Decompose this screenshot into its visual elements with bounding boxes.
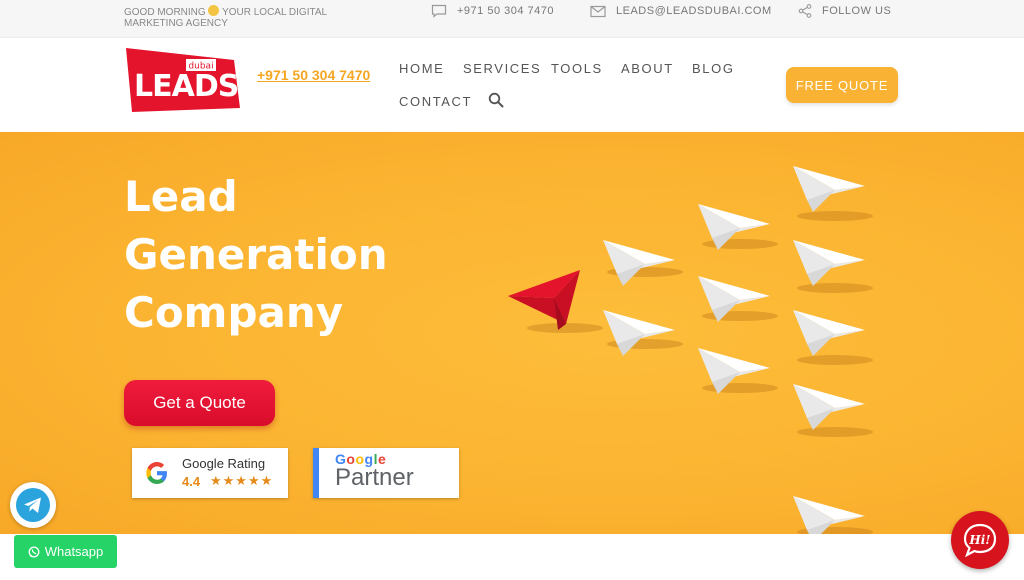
header-phone-link[interactable]: +971 50 304 7470 (257, 67, 370, 83)
nav-blog[interactable]: BLOG (692, 61, 735, 76)
google-g-icon (146, 462, 167, 484)
topbar-follow-link[interactable]: FOLLOW US (798, 4, 891, 18)
chat-bubble-icon (431, 4, 447, 18)
share-icon (798, 4, 812, 18)
hi-chat-icon: Hi! (963, 523, 997, 558)
mail-icon (590, 5, 606, 17)
google-rating-score: 4.4 (182, 474, 201, 489)
whatsapp-button[interactable]: Whatsapp (14, 535, 117, 568)
chat-widget-button[interactable]: Hi! (951, 511, 1009, 569)
nav-tools[interactable]: TOOLS (551, 61, 603, 76)
nav-about[interactable]: ABOUT (621, 61, 674, 76)
greeting-prefix: GOOD MORNING (124, 7, 206, 18)
whatsapp-label: Whatsapp (44, 544, 104, 559)
paper-plane-icon (508, 270, 580, 330)
smile-icon (208, 5, 220, 16)
search-icon[interactable] (488, 92, 504, 108)
google-partner-label: Partner (335, 464, 414, 491)
nav-contact[interactable]: CONTACT (399, 94, 472, 109)
google-partner-badge[interactable]: Google Partner (313, 448, 459, 498)
content-section-start (0, 534, 1024, 580)
topbar-phone-link[interactable]: +971 50 304 7470 (431, 4, 554, 18)
topbar-email-link[interactable]: LEADS@LEADSDUBAI.COM (590, 4, 772, 18)
google-rating-badge[interactable]: Google Rating 4.4 ★★★★★ (132, 448, 288, 498)
nav-services[interactable]: SERVICES (463, 61, 541, 76)
google-rating-label: Google Rating (182, 456, 266, 471)
hero-title-line: Company (124, 288, 344, 337)
hero-banner: Lead Generation Company Get a Quote Goog… (0, 132, 1024, 534)
nav-home[interactable]: HOME (399, 61, 444, 76)
logo-wordmark: LEADS (134, 69, 238, 104)
partner-accent-bar (313, 448, 319, 498)
get-a-quote-button[interactable]: Get a Quote (124, 380, 275, 426)
greeting-text: GOOD MORNING YOUR LOCAL DIGITAL MARKETIN… (124, 5, 344, 29)
hero-title: Lead Generation Company (124, 168, 388, 342)
telegram-button[interactable] (10, 482, 56, 528)
paper-planes-illustration (508, 166, 873, 534)
topbar-phone-text: +971 50 304 7470 (457, 5, 555, 17)
telegram-icon (16, 488, 50, 522)
leads-dubai-logo[interactable]: LEADS dubai (124, 46, 242, 114)
hero-title-line: Lead (124, 172, 238, 221)
topbar-email-text: LEADS@LEADSDUBAI.COM (616, 5, 772, 17)
rating-stars: ★★★★★ (210, 473, 274, 488)
whatsapp-icon (28, 546, 40, 557)
site-header: LEADS dubai +971 50 304 7470 HOME SERVIC… (0, 38, 1024, 132)
topbar-follow-text: FOLLOW US (822, 5, 892, 17)
chat-widget-text: Hi! (968, 533, 990, 547)
hero-title-line: Generation (124, 230, 388, 279)
logo-subtext: dubai (188, 62, 213, 72)
top-bar: GOOD MORNING YOUR LOCAL DIGITAL MARKETIN… (0, 0, 1024, 38)
free-quote-button[interactable]: FREE QUOTE (786, 67, 898, 103)
